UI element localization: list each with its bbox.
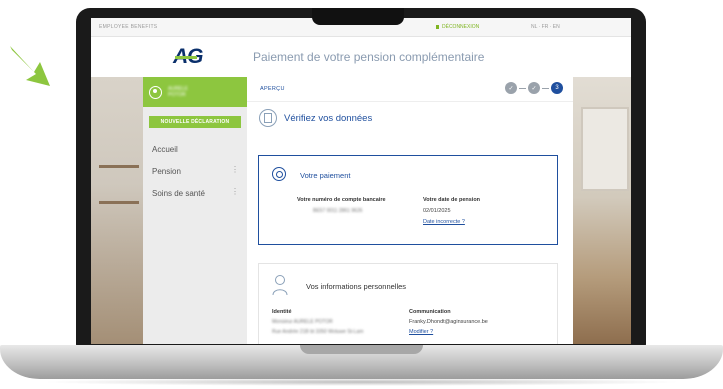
user-name-line2: POTOR (168, 92, 186, 98)
sidebar-item-accueil[interactable]: Accueil (143, 138, 247, 160)
new-declaration-button[interactable]: NOUVELLE DÉCLARATION (149, 116, 241, 128)
logout-link[interactable]: DÉCONNEXION (436, 24, 479, 30)
coin-icon (272, 167, 286, 181)
verify-title: Vérifiez vos données (284, 112, 373, 124)
bank-account-label: Votre numéro de compte bancaire (297, 197, 386, 203)
avatar-icon (149, 85, 162, 99)
arrow-icon (10, 46, 50, 86)
payment-card: Votre paiement Votre numéro de compte ba… (258, 155, 558, 245)
brand-label: EMPLOYEE BENEFITS (99, 24, 158, 30)
sidebar-item-soins-de-sante[interactable]: Soins de santé ⋮ (143, 182, 247, 204)
identity-label: Identité (272, 309, 292, 315)
communication-label: Communication (409, 309, 451, 315)
sidebar-item-label: Pension (152, 166, 181, 176)
identity-name: Monsieur AURELE POTOR (272, 319, 333, 325)
step-complete[interactable]: ✓ (505, 82, 517, 94)
kebab-icon[interactable]: ⋮ (231, 165, 239, 174)
shelf (99, 201, 139, 204)
language-switcher[interactable]: NL · FR · EN (531, 24, 560, 30)
sidebar-item-label: Accueil (152, 144, 178, 154)
laptop-base-notch (300, 345, 423, 354)
lock-icon (436, 25, 439, 29)
background-photo-right (573, 77, 631, 344)
personal-info-title: Vos informations personnelles (306, 282, 407, 291)
logout-label: DÉCONNEXION (442, 24, 480, 30)
progress-steps: ✓ ✓ 3 (505, 82, 563, 94)
ag-logo[interactable]: AG (173, 45, 203, 69)
laptop-notch (312, 8, 404, 25)
section-label: APERÇU (260, 86, 285, 92)
user-name: AURELE POTOR (168, 86, 188, 98)
identity-address: Rue Andrée 21B bt 3350 Woluwe St-Lam (272, 329, 364, 335)
step-connector (542, 87, 549, 89)
document-icon (259, 109, 277, 127)
window (581, 107, 629, 191)
main-content: APERÇU ✓ ✓ 3 Vérifiez vos données Votre … (247, 77, 573, 344)
payment-title: Votre paiement (300, 171, 351, 180)
step-current: 3 (551, 82, 563, 94)
person-icon (272, 275, 288, 296)
step-complete[interactable]: ✓ (528, 82, 540, 94)
sidebar: AURELE POTOR NOUVELLE DÉCLARATION Accuei… (143, 77, 247, 344)
incorrect-date-link[interactable]: Date incorrecte ? (423, 219, 465, 225)
user-box[interactable]: AURELE POTOR (143, 77, 247, 107)
sidebar-item-label: Soins de santé (152, 188, 205, 198)
pension-date-label: Votre date de pension (423, 197, 481, 203)
laptop-screen: EMPLOYEE BENEFITS DÉCONNEXION NL · FR · … (91, 18, 631, 344)
bank-account-value: BE57 0011 2861 9626 (313, 208, 363, 214)
sidebar-item-pension[interactable]: Pension ⋮ (143, 160, 247, 182)
personal-info-card: Vos informations personnelles Identité M… (258, 263, 558, 344)
logo-bar (175, 56, 197, 59)
sidebar-nav: Accueil Pension ⋮ Soins de santé ⋮ (143, 138, 247, 204)
section-header: APERÇU ✓ ✓ 3 (247, 77, 573, 102)
verify-heading: Vérifiez vos données (259, 109, 372, 127)
page-title: Paiement de votre pension complémentaire (253, 50, 485, 64)
header: AG Paiement de votre pension complémenta… (91, 37, 631, 78)
pension-date-value: 02/01/2025 (423, 208, 451, 214)
background-photo-left (91, 77, 143, 344)
laptop-shadow (40, 378, 683, 386)
modify-link[interactable]: Modifier ? (409, 329, 433, 335)
shelf (99, 165, 139, 168)
step-connector (519, 87, 526, 89)
email-value: Franky.Dhondt@aginsurance.be (409, 319, 488, 325)
kebab-icon[interactable]: ⋮ (231, 187, 239, 196)
